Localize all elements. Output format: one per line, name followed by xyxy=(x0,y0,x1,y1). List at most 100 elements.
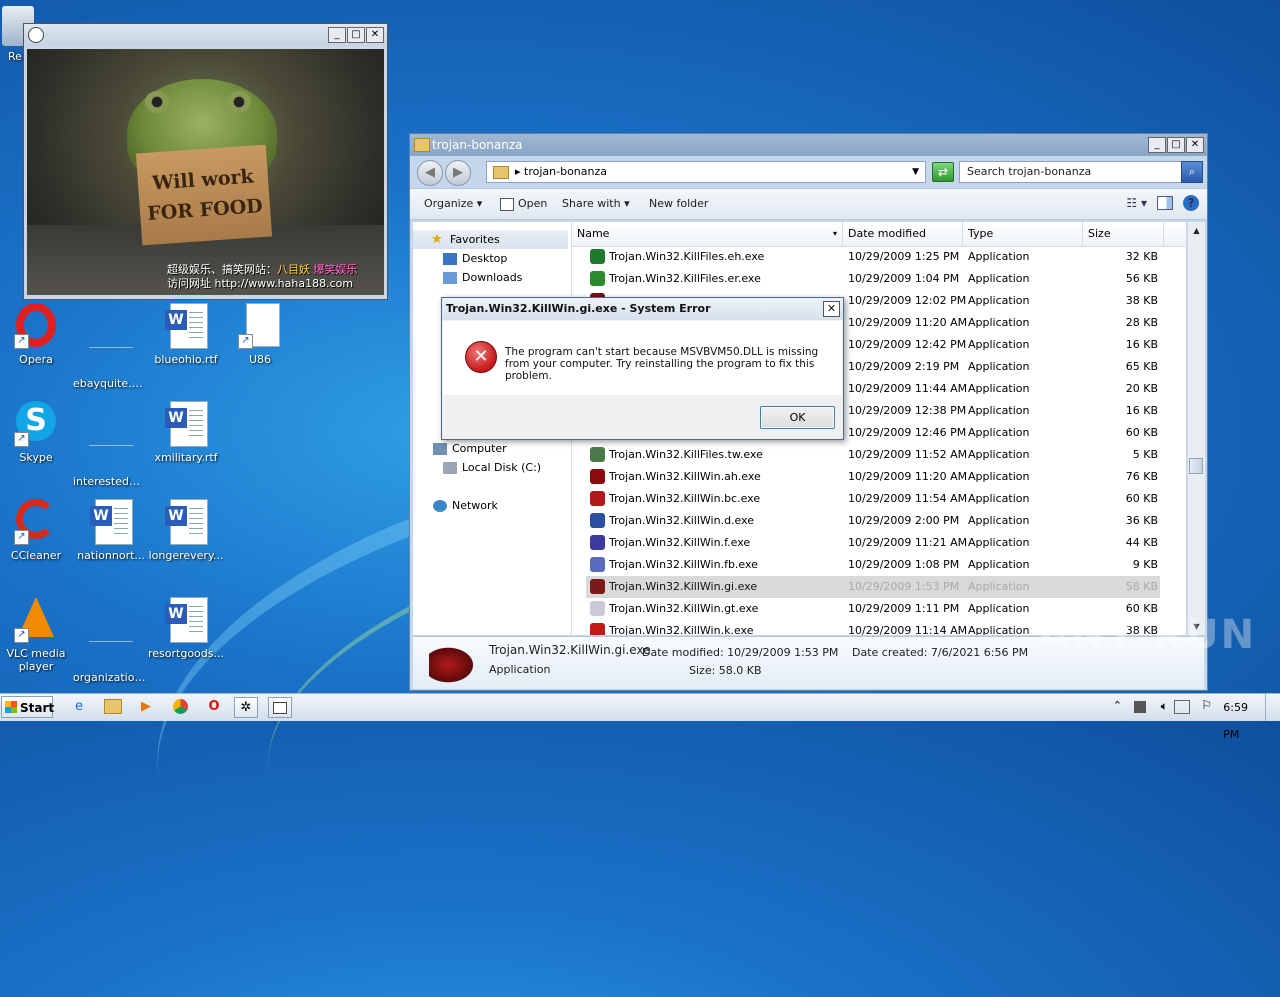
column-header-size[interactable]: Size xyxy=(1083,222,1164,246)
file-size: 44 KB xyxy=(1125,536,1158,549)
back-button[interactable]: ◀ xyxy=(417,160,443,186)
tray-expand-icon[interactable]: ⌃ xyxy=(1113,699,1122,712)
ok-button[interactable]: OK xyxy=(760,406,835,429)
scrollbar-thumb[interactable] xyxy=(1189,458,1203,474)
maximize-button[interactable]: □ xyxy=(1167,137,1185,153)
search-icon[interactable]: ⌕ xyxy=(1181,161,1203,183)
application-icon xyxy=(590,513,605,528)
new-folder-button[interactable]: New folder xyxy=(649,189,708,219)
open-button[interactable]: Open xyxy=(500,189,547,219)
scroll-up-arrow-icon[interactable]: ▲ xyxy=(1188,222,1205,239)
forward-button[interactable]: ▶ xyxy=(445,160,471,186)
column-header-type[interactable]: Type xyxy=(963,222,1083,246)
image-file-icon xyxy=(89,327,133,373)
file-row[interactable]: Trojan.Win32.KillWin.fb.exe 10/29/2009 1:… xyxy=(586,554,1160,576)
organize-button[interactable]: Organize ▾ xyxy=(424,189,482,219)
column-header-date[interactable]: Date modified xyxy=(843,222,963,246)
action-center-flag-icon[interactable]: ⚐ xyxy=(1201,698,1212,712)
nav-network[interactable]: Network xyxy=(433,496,498,515)
desktop-icon-u86[interactable]: ↗ U86 xyxy=(222,303,298,366)
open-icon xyxy=(500,197,514,211)
desktop-icon-resortgoods[interactable]: W resortgoods... xyxy=(148,597,224,660)
desktop-icon-opera[interactable]: ↗ Opera xyxy=(0,303,74,366)
address-text: trojan-bonanza xyxy=(524,165,608,178)
search-input[interactable]: Search trojan-bonanza xyxy=(959,161,1182,183)
file-row[interactable]: Trojan.Win32.KillWin.ah.exe 10/29/2009 11… xyxy=(586,466,1160,488)
preview-pane-icon[interactable] xyxy=(1157,196,1173,210)
details-size: Size: 58.0 KB xyxy=(689,664,762,677)
application-icon xyxy=(590,623,605,635)
desktop-icon-nationnort[interactable]: W nationnort... xyxy=(73,499,149,562)
anyrun-watermark: ANY RUN xyxy=(1038,612,1257,658)
desktop-icon-ebayquite[interactable]: ebayquite.png xyxy=(73,303,149,390)
chevron-down-icon[interactable]: ▼ xyxy=(912,162,919,182)
hard-drive-icon xyxy=(443,462,457,474)
opera-taskbar-icon[interactable]: O xyxy=(202,697,226,718)
nav-computer[interactable]: Computer xyxy=(433,439,507,458)
share-with-button[interactable]: Share with ▾ xyxy=(562,189,630,219)
file-row[interactable]: Trojan.Win32.KillWin.d.exe 10/29/2009 2:0… xyxy=(586,510,1160,532)
explorer-titlebar[interactable]: trojan-bonanza _ □ ✕ xyxy=(410,134,1207,156)
application-icon xyxy=(590,469,605,484)
column-headers: Name ▾ Date modified Type Size xyxy=(572,222,1186,247)
chrome-icon[interactable] xyxy=(168,697,192,718)
system-error-dialog[interactable]: Trojan.Win32.KillWin.gi.exe - System Err… xyxy=(441,297,844,440)
close-button[interactable]: ✕ xyxy=(1186,137,1204,153)
desktop-icon-organization[interactable]: organization... xyxy=(73,597,149,684)
file-size: 38 KB xyxy=(1125,294,1158,307)
desktop-icon-label: ebayquite.png xyxy=(73,377,149,390)
network-tray-icon[interactable] xyxy=(1174,700,1190,714)
show-desktop-button[interactable] xyxy=(1265,694,1280,721)
desktop-icon-blueohio[interactable]: W blueohio.rtf xyxy=(148,303,224,366)
volume-icon[interactable]: 🔈︎ xyxy=(1161,699,1168,714)
word-document-icon: W xyxy=(89,499,133,545)
desktop-icon-vlc[interactable]: ↗ VLC media player xyxy=(0,597,74,673)
desktop-icon-xmilitary[interactable]: W xmilitary.rtf xyxy=(148,401,224,464)
dialog-close-button[interactable]: ✕ xyxy=(823,301,840,317)
refresh-button[interactable]: ⇄ xyxy=(932,162,954,182)
file-row[interactable]: Trojan.Win32.KillWin.bc.exe 10/29/2009 11… xyxy=(586,488,1160,510)
nav-desktop[interactable]: Desktop xyxy=(443,249,507,268)
file-row[interactable]: Trojan.Win32.KillWin.f.exe 10/29/2009 11:… xyxy=(586,532,1160,554)
opera-icon: ↗ xyxy=(14,303,58,349)
minimize-button[interactable]: _ xyxy=(1148,137,1166,153)
file-date: 10/29/2009 11:20 AM xyxy=(848,470,968,483)
caption-highlight-2: 爆笑娱乐 xyxy=(313,263,358,276)
nav-favorites[interactable]: ★ Favorites xyxy=(413,230,568,249)
start-button[interactable]: Start xyxy=(1,696,54,718)
file-row[interactable]: Trojan.Win32.KillFiles.eh.exe 10/29/2009 … xyxy=(586,246,1160,268)
desktop-icon-skype[interactable]: S ↗ Skype xyxy=(0,401,74,464)
file-type: Application xyxy=(968,338,1030,351)
image-file-icon xyxy=(89,425,133,471)
file-row[interactable]: Trojan.Win32.KillWin.gi.exe 10/29/2009 1:… xyxy=(586,576,1160,598)
file-row[interactable]: Trojan.Win32.KillFiles.tw.exe 10/29/2009 … xyxy=(586,444,1160,466)
clock[interactable]: 6:59 PM xyxy=(1223,694,1248,748)
media-player-icon[interactable]: ▶ xyxy=(134,697,158,718)
address-bar[interactable]: ▸ trojan-bonanza ▼ xyxy=(486,161,926,183)
file-row[interactable]: Trojan.Win32.KillFiles.er.exe 10/29/2009 … xyxy=(586,268,1160,290)
desktop-icon-interestedm[interactable]: interestedm... xyxy=(73,401,149,488)
explorer-taskbar-button[interactable] xyxy=(268,697,292,718)
nav-downloads[interactable]: Downloads xyxy=(443,268,522,287)
file-date: 10/29/2009 11:14 AM xyxy=(848,624,968,635)
dialog-titlebar[interactable]: Trojan.Win32.KillWin.gi.exe - System Err… xyxy=(442,298,843,320)
nav-local-disk[interactable]: Local Disk (C:) xyxy=(443,458,541,477)
maximize-button[interactable]: □ xyxy=(347,27,365,43)
desktop-icon-longerevery[interactable]: W longerevery... xyxy=(148,499,224,562)
column-header-name[interactable]: Name ▾ xyxy=(572,222,843,246)
vertical-scrollbar[interactable]: ▲ ▼ xyxy=(1187,222,1205,635)
file-type: Application xyxy=(968,602,1030,615)
dialog-body: ✕ The program can't start because MSVBVM… xyxy=(443,321,842,395)
minimize-button[interactable]: _ xyxy=(328,27,346,43)
file-explorer-taskbar-icon[interactable] xyxy=(101,697,125,718)
help-icon[interactable]: ? xyxy=(1183,195,1199,211)
internet-explorer-icon[interactable]: e xyxy=(67,697,91,718)
close-button[interactable]: ✕ xyxy=(366,27,384,43)
tray-app-icon[interactable] xyxy=(1134,701,1146,713)
views-icon[interactable]: ☷ ▾ xyxy=(1126,196,1147,210)
image-viewer-taskbar-button[interactable]: ✲ xyxy=(234,697,258,718)
desktop-icon-ccleaner[interactable]: ↗ CCleaner xyxy=(0,499,74,562)
image-viewer-window[interactable]: _ □ ✕ Will work FOR FOOD 超级娱乐、搞笑网站：八目妖 爆… xyxy=(23,23,388,300)
viewer-titlebar[interactable]: _ □ ✕ xyxy=(24,24,387,46)
file-date: 10/29/2009 1:08 PM xyxy=(848,558,960,571)
